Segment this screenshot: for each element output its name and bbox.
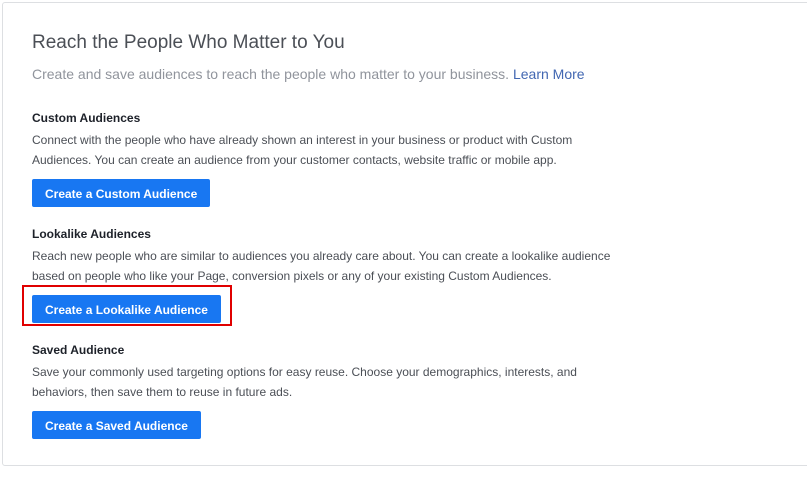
saved-audience-description: Save your commonly used targeting option… <box>32 365 577 399</box>
page-subtitle: Create and save audiences to reach the p… <box>32 66 585 82</box>
create-lookalike-audience-button[interactable]: Create a Lookalike Audience <box>32 295 221 323</box>
custom-audiences-heading: Custom Audiences <box>32 111 141 125</box>
lookalike-audiences-description: Reach new people who are similar to audi… <box>32 249 611 283</box>
custom-audiences-description: Connect with the people who have already… <box>32 133 573 167</box>
saved-audience-section: Saved Audience Save your commonly used t… <box>32 342 632 439</box>
learn-more-link[interactable]: Learn More <box>513 66 585 82</box>
create-saved-audience-button[interactable]: Create a Saved Audience <box>32 411 201 439</box>
subtitle-text: Create and save audiences to reach the p… <box>32 66 510 82</box>
custom-audiences-section: Custom Audiences Connect with the people… <box>32 110 632 207</box>
page-title: Reach the People Who Matter to You <box>32 32 345 53</box>
lookalike-audiences-section: Lookalike Audiences Reach new people who… <box>32 226 632 323</box>
saved-audience-heading: Saved Audience <box>32 343 125 357</box>
lookalike-audiences-heading: Lookalike Audiences <box>32 227 151 241</box>
create-custom-audience-button[interactable]: Create a Custom Audience <box>32 179 211 207</box>
